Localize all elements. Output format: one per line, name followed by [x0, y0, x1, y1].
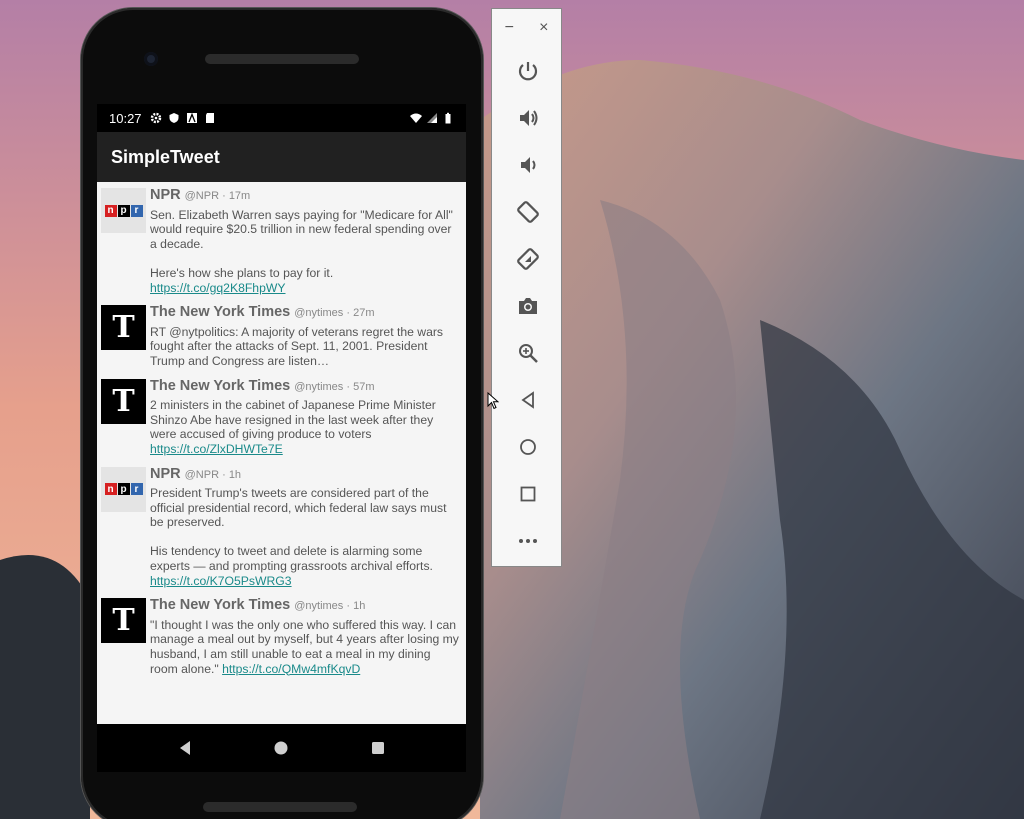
npr-avatar[interactable]: npr [101, 466, 146, 512]
tweet-author-name: The New York Times [150, 304, 291, 321]
shield-icon [169, 113, 179, 123]
sd-card-icon [205, 113, 214, 123]
home-button[interactable] [492, 423, 563, 470]
volume-down-button[interactable] [492, 141, 563, 188]
tweet-time: 17m [228, 190, 251, 202]
rotate-left-icon [516, 200, 539, 223]
tweet-text: RT @nytpolitics: A majority of veterans … [150, 324, 447, 368]
back-icon [520, 390, 534, 409]
tweet-author-name: The New York Times [150, 597, 291, 614]
tweet-handle: @nytimes [294, 380, 344, 393]
status-bar: 10:27 [97, 104, 466, 132]
more-icon [518, 538, 537, 543]
tweet-timeline[interactable]: npr NPR @NPR · 17m Sen. Elizabeth Warren… [97, 182, 466, 724]
tweet-item[interactable]: T The New York Times @nytimes · 1h "I th… [97, 592, 466, 680]
tweet-meta: @nytimes · 1h [294, 600, 366, 613]
tweet-time: 1h [228, 468, 242, 481]
npr-avatar[interactable]: npr [101, 188, 146, 233]
volume-up-icon [519, 109, 537, 126]
settings-icon [150, 112, 161, 124]
nyt-avatar[interactable]: T [101, 598, 146, 644]
rotate-left-button[interactable] [492, 188, 563, 235]
battery-icon [445, 112, 451, 124]
a-letter-icon [186, 112, 197, 123]
tweet-meta: @nytimes · 27m [294, 307, 375, 320]
zoom-icon [518, 343, 538, 363]
tweet-author-name: NPR [150, 465, 181, 482]
power-button[interactable] [492, 47, 563, 94]
tweet-time: 57m [353, 380, 375, 393]
overview-button[interactable] [492, 470, 563, 517]
tweet-handle: @NPR [184, 468, 220, 481]
phone-frame: 10:27 SimpleTweet npr NPR @NPR · 17m Sen… [81, 8, 483, 819]
home-icon [519, 438, 536, 455]
tweet-text: Sen. Elizabeth Warren says paying for "M… [150, 207, 453, 280]
earpiece-speaker [205, 54, 359, 64]
tweet-link[interactable]: https://t.co/ZlxDHWTe7E [150, 442, 283, 456]
camera-icon [518, 297, 537, 314]
tweet-handle: @NPR [184, 190, 220, 202]
status-time: 10:27 [109, 110, 142, 126]
home-circle-icon [274, 741, 288, 755]
nyt-logo-icon: T [112, 603, 135, 639]
overview-icon [520, 486, 535, 501]
tweet-link[interactable]: https://t.co/gq2K8FhpWY [150, 281, 286, 295]
phone-screen: 10:27 SimpleTweet npr NPR @NPR · 17m Sen… [97, 104, 466, 772]
power-icon [518, 61, 537, 80]
front-camera [144, 52, 158, 66]
tweet-text: President Trump's tweets are considered … [150, 486, 447, 574]
minimize-button[interactable]: − [499, 19, 519, 47]
more-button[interactable] [492, 517, 563, 564]
nav-home-button[interactable] [261, 728, 301, 768]
close-button[interactable]: × [534, 19, 554, 47]
tweet-item[interactable]: npr NPR @NPR · 1h President Trump's twee… [97, 461, 466, 593]
tweet-link[interactable]: https://t.co/QMw4mfKqvD [222, 662, 360, 676]
volume-down-icon [520, 156, 535, 173]
rotate-right-button[interactable] [492, 235, 563, 282]
tweet-time: 1h [353, 600, 366, 613]
nyt-avatar[interactable]: T [101, 305, 146, 351]
back-button[interactable] [492, 376, 563, 423]
tweet-author-name: NPR [150, 187, 181, 203]
tweet-meta: @NPR · 1h [184, 468, 242, 481]
nav-recents-button[interactable] [358, 728, 398, 768]
wifi-icon [410, 113, 422, 123]
npr-logo-icon: npr [104, 483, 143, 495]
bottom-speaker [203, 802, 357, 812]
rotate-right-icon [516, 247, 539, 270]
tweet-item[interactable]: npr NPR @NPR · 17m Sen. Elizabeth Warren… [97, 182, 466, 299]
tweet-handle: @nytimes [294, 307, 344, 320]
tweet-author-name: The New York Times [150, 377, 291, 394]
tweet-text: "I thought I was the only one who suffer… [150, 617, 463, 676]
mouse-cursor-icon [487, 392, 499, 410]
nyt-logo-icon: T [112, 310, 135, 346]
tweet-meta: @nytimes · 57m [294, 380, 375, 393]
tweet-item[interactable]: T The New York Times @nytimes · 27m RT @… [97, 299, 466, 372]
recents-square-icon [371, 742, 384, 754]
volume-up-button[interactable] [492, 94, 563, 141]
app-title: SimpleTweet [111, 146, 220, 167]
cell-signal-icon [427, 113, 437, 123]
zoom-button[interactable] [492, 329, 563, 376]
nyt-avatar[interactable]: T [101, 378, 146, 424]
tweet-text: 2 ministers in the cabinet of Japanese P… [150, 398, 440, 442]
npr-logo-icon: npr [104, 204, 143, 217]
back-triangle-icon [180, 741, 191, 755]
screenshot-button[interactable] [492, 282, 563, 329]
nav-back-button[interactable] [165, 728, 205, 768]
tweet-meta: @NPR · 17m [184, 190, 251, 202]
android-nav-bar [97, 724, 466, 772]
tweet-time: 27m [353, 307, 375, 320]
tweet-item[interactable]: T The New York Times @nytimes · 57m 2 mi… [97, 373, 466, 461]
emulator-toolbar: − × [491, 8, 562, 567]
nyt-logo-icon: T [112, 383, 135, 419]
tweet-link[interactable]: https://t.co/K7O5PsWRG3 [150, 574, 292, 588]
app-toolbar: SimpleTweet [97, 132, 466, 182]
tweet-handle: @nytimes [294, 600, 344, 613]
